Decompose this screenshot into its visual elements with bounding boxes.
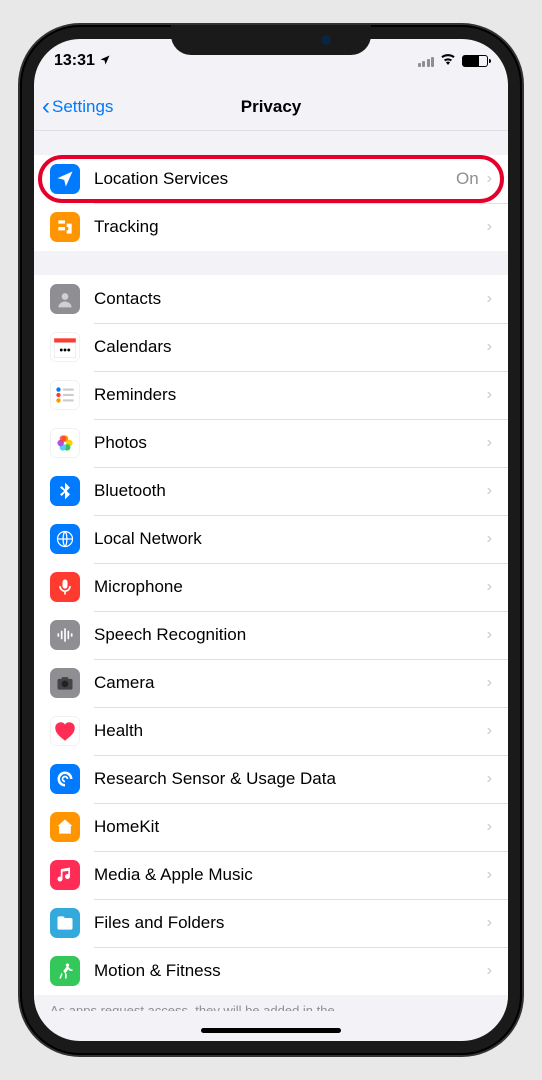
- row-motion-fitness[interactable]: Motion & Fitness ›: [34, 947, 508, 995]
- chevron-right-icon: ›: [487, 482, 492, 500]
- chevron-right-icon: ›: [487, 818, 492, 836]
- row-research[interactable]: Research Sensor & Usage Data ›: [34, 755, 508, 803]
- row-label: Calendars: [94, 337, 487, 357]
- reminders-icon: [50, 380, 80, 410]
- chevron-right-icon: ›: [487, 914, 492, 932]
- status-right: [418, 52, 489, 70]
- motion-icon: [50, 956, 80, 986]
- back-button[interactable]: ‹ Settings: [42, 93, 113, 121]
- chevron-right-icon: ›: [487, 290, 492, 308]
- chevron-right-icon: ›: [487, 218, 492, 236]
- row-label: Location Services: [94, 169, 456, 189]
- wifi-icon: [440, 52, 456, 70]
- chevron-left-icon: ‹: [42, 93, 50, 121]
- location-arrow-icon: [99, 54, 111, 69]
- content-scroll[interactable]: Location Services On › Tracking ›: [34, 131, 508, 1011]
- chevron-right-icon: ›: [487, 578, 492, 596]
- row-label: Reminders: [94, 385, 487, 405]
- row-label: Camera: [94, 673, 487, 693]
- row-contacts[interactable]: Contacts ›: [34, 275, 508, 323]
- svg-text:•••: •••: [59, 345, 71, 357]
- row-calendars[interactable]: ••• Calendars ›: [34, 323, 508, 371]
- row-label: Photos: [94, 433, 487, 453]
- footer-text: As apps request access, they will be add…: [34, 995, 508, 1011]
- folder-icon: [50, 908, 80, 938]
- chevron-right-icon: ›: [487, 170, 492, 188]
- notch: [171, 25, 371, 55]
- research-icon: [50, 764, 80, 794]
- speech-icon: [50, 620, 80, 650]
- chevron-right-icon: ›: [487, 434, 492, 452]
- row-label: Speech Recognition: [94, 625, 487, 645]
- phone-frame: 13:31 ‹ Settings Privacy: [20, 25, 522, 1055]
- cellular-signal-icon: [418, 56, 435, 67]
- battery-icon: [462, 55, 488, 67]
- row-location-services[interactable]: Location Services On ›: [34, 155, 508, 203]
- photos-icon: [50, 428, 80, 458]
- row-files-folders[interactable]: Files and Folders ›: [34, 899, 508, 947]
- tracking-icon: [50, 212, 80, 242]
- status-time: 13:31: [54, 52, 95, 70]
- row-homekit[interactable]: HomeKit ›: [34, 803, 508, 851]
- contacts-icon: [50, 284, 80, 314]
- nav-header: ‹ Settings Privacy: [34, 83, 508, 131]
- row-speech[interactable]: Speech Recognition ›: [34, 611, 508, 659]
- chevron-right-icon: ›: [487, 386, 492, 404]
- page-title: Privacy: [241, 97, 302, 117]
- back-label: Settings: [52, 97, 113, 117]
- row-label: Media & Apple Music: [94, 865, 487, 885]
- row-reminders[interactable]: Reminders ›: [34, 371, 508, 419]
- home-indicator[interactable]: [201, 1028, 341, 1033]
- row-microphone[interactable]: Microphone ›: [34, 563, 508, 611]
- row-local-network[interactable]: Local Network ›: [34, 515, 508, 563]
- chevron-right-icon: ›: [487, 962, 492, 980]
- row-label: Local Network: [94, 529, 487, 549]
- row-label: Health: [94, 721, 487, 741]
- health-icon: [50, 716, 80, 746]
- section-location: Location Services On › Tracking ›: [34, 155, 508, 251]
- row-value: On: [456, 169, 479, 189]
- row-label: Research Sensor & Usage Data: [94, 769, 487, 789]
- row-tracking[interactable]: Tracking ›: [34, 203, 508, 251]
- status-left: 13:31: [54, 52, 111, 70]
- row-label: Bluetooth: [94, 481, 487, 501]
- location-icon: [50, 164, 80, 194]
- network-icon: [50, 524, 80, 554]
- phone-screen: 13:31 ‹ Settings Privacy: [34, 39, 508, 1041]
- chevron-right-icon: ›: [487, 722, 492, 740]
- section-apps: Contacts › ••• Calendars › Reminders ›: [34, 275, 508, 995]
- row-health[interactable]: Health ›: [34, 707, 508, 755]
- camera-icon: [50, 668, 80, 698]
- chevron-right-icon: ›: [487, 530, 492, 548]
- chevron-right-icon: ›: [487, 338, 492, 356]
- calendar-icon: •••: [50, 332, 80, 362]
- row-label: Microphone: [94, 577, 487, 597]
- chevron-right-icon: ›: [487, 866, 492, 884]
- row-camera[interactable]: Camera ›: [34, 659, 508, 707]
- row-label: Files and Folders: [94, 913, 487, 933]
- chevron-right-icon: ›: [487, 626, 492, 644]
- bluetooth-icon: [50, 476, 80, 506]
- row-media-music[interactable]: Media & Apple Music ›: [34, 851, 508, 899]
- row-label: Motion & Fitness: [94, 961, 487, 981]
- music-icon: [50, 860, 80, 890]
- row-bluetooth[interactable]: Bluetooth ›: [34, 467, 508, 515]
- row-photos[interactable]: Photos ›: [34, 419, 508, 467]
- chevron-right-icon: ›: [487, 770, 492, 788]
- row-label: HomeKit: [94, 817, 487, 837]
- chevron-right-icon: ›: [487, 674, 492, 692]
- row-label: Contacts: [94, 289, 487, 309]
- microphone-icon: [50, 572, 80, 602]
- row-label: Tracking: [94, 217, 487, 237]
- homekit-icon: [50, 812, 80, 842]
